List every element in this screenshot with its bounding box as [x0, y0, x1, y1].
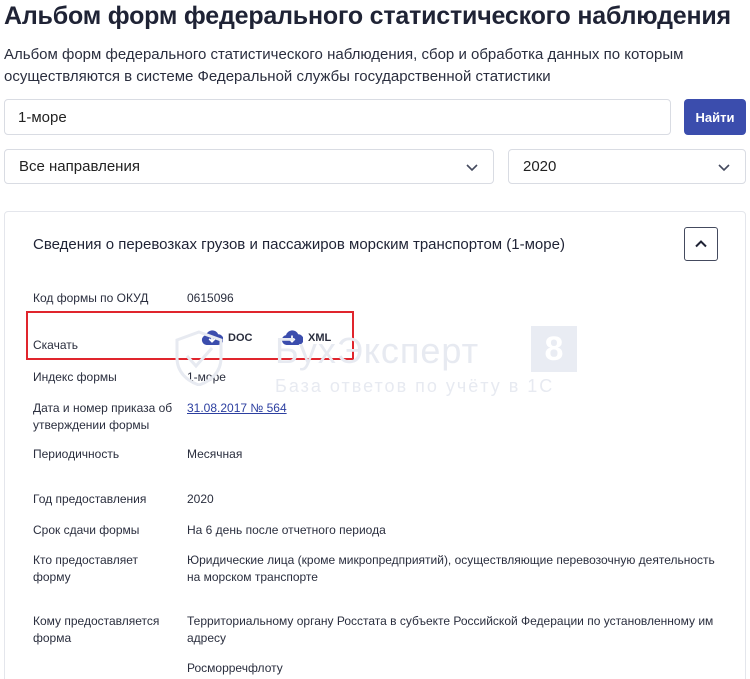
download-label: Скачать [33, 338, 78, 352]
chevron-down-icon [466, 163, 478, 171]
search-input[interactable] [4, 99, 671, 135]
cloud-download-icon [201, 330, 223, 346]
download-doc-link[interactable]: DOC [201, 329, 252, 346]
index-label: Индекс формы [33, 370, 117, 384]
provider-label: Кто предоставляет форму [33, 553, 139, 584]
recipient-label: Кому предоставляется форма [33, 614, 160, 645]
search-button[interactable]: Найти [684, 99, 746, 135]
order-label: Дата и номер приказа об утверждении форм… [33, 401, 173, 432]
order-link[interactable]: 31.08.2017 № 564 [187, 401, 287, 415]
year-label: Год предоставления [33, 492, 147, 506]
download-xml-link[interactable]: XML [281, 329, 331, 346]
year-value: 2020 [187, 492, 214, 506]
index-value: 1-море [187, 370, 226, 384]
okud-value: 0615096 [187, 291, 234, 305]
chevron-down-icon [718, 163, 730, 171]
deadline-value: На 6 день после отчетного периода [187, 523, 386, 537]
year-select-value: 2020 [523, 158, 557, 175]
recipient-value-2: Росморречфлоту [187, 661, 283, 675]
download-xml-label: XML [308, 331, 332, 344]
form-card-title: Сведения о перевозках грузов и пассажиро… [33, 236, 565, 253]
okud-label: Код формы по ОКУД [33, 291, 149, 305]
year-select[interactable]: 2020 [508, 149, 746, 184]
deadline-label: Срок сдачи формы [33, 523, 140, 537]
direction-select[interactable]: Все направления [4, 149, 494, 184]
cloud-download-icon [281, 330, 303, 346]
direction-select-value: Все направления [19, 158, 140, 175]
page-description: Альбом форм федерального статистического… [4, 46, 684, 85]
download-doc-label: DOC [228, 331, 253, 344]
chevron-up-icon [695, 240, 707, 248]
page-title: Альбом форм федерального статистического… [4, 2, 731, 30]
periodicity-value: Месячная [187, 447, 243, 461]
form-card: Сведения о перевозках грузов и пассажиро… [4, 211, 746, 679]
collapse-button[interactable] [684, 227, 718, 261]
recipient-value-1: Территориальному органу Росстата в субъе… [187, 614, 714, 645]
provider-value: Юридические лица (кроме микропредприятий… [187, 553, 715, 584]
periodicity-label: Периодичность [33, 447, 120, 461]
